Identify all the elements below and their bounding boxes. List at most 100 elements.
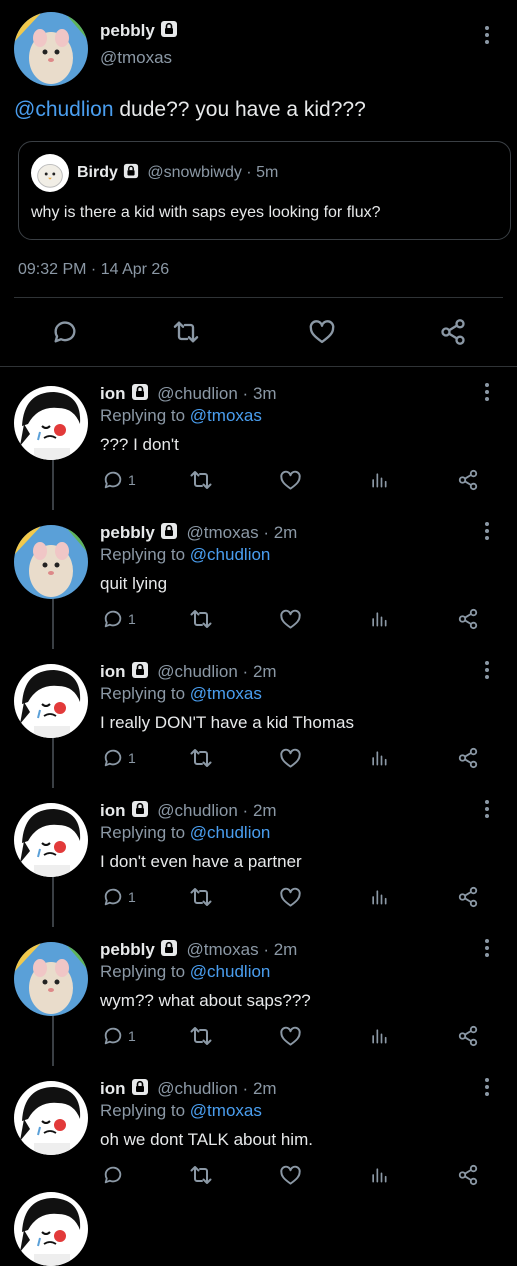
author-name[interactable]: pebbly [100,21,155,40]
like-button[interactable] [279,606,302,632]
more-icon[interactable] [482,522,492,543]
like-button[interactable] [279,467,302,493]
avatar[interactable] [14,803,88,877]
author-handle[interactable]: @tmoxas [187,940,259,959]
replying-to-link[interactable]: @chudlion [190,545,271,564]
timestamp: 09:32 PM · 14 Apr 26 [18,261,170,278]
like-button[interactable] [279,1023,302,1049]
reply-button[interactable]: 1 [102,467,136,493]
share-icon [457,747,479,769]
heart-icon [279,608,302,631]
retweet-icon [189,607,213,631]
reply-tweet[interactable]: ion @chudlion · 2m Replying to @tmoxas I… [0,649,517,788]
author-name[interactable]: ion [100,1079,126,1098]
retweet-button[interactable] [189,1162,213,1188]
author-handle[interactable]: @tmoxas [100,48,172,68]
views-button[interactable] [369,745,389,771]
reply-icon [102,469,124,491]
author-handle[interactable]: @chudlion [157,801,238,820]
reply-button[interactable]: 1 [102,884,136,910]
retweet-button[interactable] [189,606,213,632]
author-name[interactable]: ion [100,662,126,681]
views-button[interactable] [369,884,389,910]
tweet-text: oh we dont TALK about him. [100,1130,313,1149]
author-name[interactable]: pebbly [100,523,155,542]
replying-to-link[interactable]: @chudlion [190,823,271,842]
reply-button[interactable]: 1 [102,1023,136,1049]
retweet-button[interactable] [189,1023,213,1049]
author-handle[interactable]: @tmoxas [187,523,259,542]
share-button[interactable] [457,745,479,771]
more-icon[interactable] [482,661,492,682]
quoted-handle: @snowbiwdy [147,164,242,181]
share-button[interactable] [457,606,479,632]
share-button[interactable] [457,1023,479,1049]
reply-tweet[interactable]: ion @chudlion · 3m Replying to @tmoxas ?… [0,371,517,510]
mention-link[interactable]: @chudlion [14,98,114,121]
reply-tweet[interactable]: pebbly @tmoxas · 2m Replying to @chudlio… [0,510,517,649]
tweet-text: quit lying [100,574,168,593]
author-handle[interactable]: @chudlion [157,662,238,681]
reply-button[interactable]: 1 [102,606,136,632]
like-button[interactable] [279,884,302,910]
author-handle[interactable]: @chudlion [157,384,238,403]
author-name[interactable]: ion [100,801,126,820]
author-row: ion @chudlion · 2m [100,800,277,820]
lock-icon [131,1078,149,1096]
share-icon [457,469,479,491]
replying-to: Replying to @chudlion [100,962,270,982]
share-button[interactable] [457,884,479,910]
avatar[interactable] [14,1192,88,1266]
avatar [31,154,69,192]
author-row: ion @chudlion · 3m [100,384,277,403]
retweet-button[interactable] [189,467,213,493]
avatar[interactable] [14,386,88,460]
tweet-actions: 1 [100,1023,500,1049]
replying-to-link[interactable]: @tmoxas [190,1101,262,1120]
replying-to-link[interactable]: @chudlion [190,962,271,981]
like-button[interactable] [279,745,302,771]
retweet-icon[interactable] [172,318,200,346]
author-handle[interactable]: @chudlion [157,1079,238,1098]
views-button[interactable] [369,1162,389,1188]
reply-count: 1 [128,1028,136,1044]
retweet-button[interactable] [189,745,213,771]
more-icon[interactable] [482,1078,492,1099]
lock-icon [131,800,149,818]
share-icon[interactable] [439,318,467,346]
reply-tweet[interactable]: pebbly @tmoxas · 2m Replying to @chudlio… [0,927,517,1066]
share-button[interactable] [457,467,479,493]
avatar[interactable] [14,1081,88,1155]
retweet-icon [189,1163,213,1187]
share-icon [457,1164,479,1186]
retweet-button[interactable] [189,884,213,910]
heart-icon [279,1025,302,1048]
reply-tweet[interactable]: ion @chudlion · 2m Replying to @tmoxas o… [0,1066,517,1205]
more-icon[interactable] [482,800,492,821]
heart-icon[interactable] [308,318,336,346]
reply-button[interactable]: 1 [102,745,136,771]
avatar[interactable] [14,12,88,86]
share-button[interactable] [457,1162,479,1188]
more-icon[interactable] [482,383,492,404]
avatar[interactable] [14,664,88,738]
views-button[interactable] [369,467,389,493]
reply-tweet[interactable]: ion @chudlion · 2m Replying to @chudlion… [0,788,517,927]
more-icon[interactable] [482,26,492,47]
views-button[interactable] [369,1023,389,1049]
avatar[interactable] [14,525,88,599]
avatar[interactable] [14,942,88,1016]
quoted-tweet[interactable]: Birdy @snowbiwdy · 5m why is there a kid… [18,141,511,240]
like-button[interactable] [279,1162,302,1188]
more-icon[interactable] [482,939,492,960]
reply-button[interactable] [102,1162,128,1188]
reply-count: 1 [128,611,136,627]
reply-icon[interactable] [51,318,79,346]
author-name[interactable]: pebbly [100,940,155,959]
replying-to-link[interactable]: @tmoxas [190,406,262,425]
replying-label: Replying to [100,1101,186,1120]
tweet-text: ??? I don't [100,435,179,454]
replying-to-link[interactable]: @tmoxas [190,684,262,703]
views-button[interactable] [369,606,389,632]
author-name[interactable]: ion [100,384,126,403]
